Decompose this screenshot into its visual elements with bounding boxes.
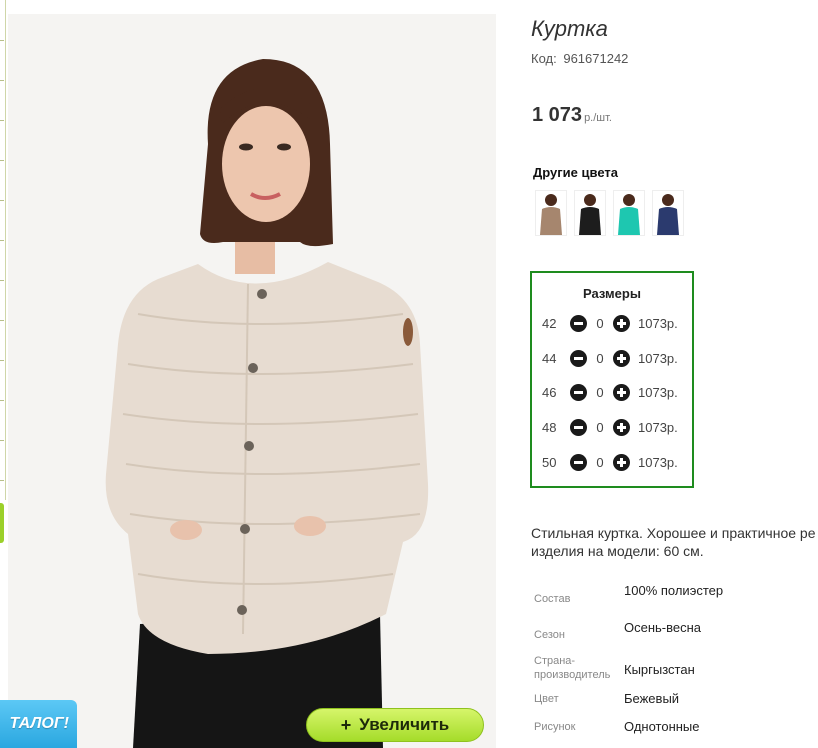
size-row: 44 0 1073р. [542,348,678,368]
sizes-panel: Размеры 42 0 1073р. 44 0 1073р. 46 0 107… [530,271,694,488]
size-row: 42 0 1073р. [542,313,678,333]
side-tab[interactable] [0,503,4,543]
size-label: 50 [542,454,557,470]
size-quantity: 0 [596,315,604,331]
plus-icon[interactable] [613,349,630,367]
minus-icon[interactable] [570,349,587,367]
catalog-label: ТАЛОГ! [9,715,70,732]
size-row: 48 0 1073р. [542,417,678,437]
size-price: 1073р. [638,454,678,470]
code-value: 961671242 [563,51,629,66]
size-row: 50 0 1073р. [542,452,678,472]
plus-icon: + [340,714,352,735]
price-unit: р./шт. [584,112,612,124]
catalog-badge[interactable]: ТАЛОГ! [0,700,77,748]
product-photo[interactable] [8,14,496,748]
minus-icon[interactable] [570,314,587,332]
color-swatches [535,190,684,236]
prop-value-country: Кыргызстан [624,662,695,677]
code-label: Код: [531,51,557,66]
size-price: 1073р. [638,315,678,331]
size-quantity: 0 [596,350,604,366]
minus-icon[interactable] [570,418,587,436]
size-label: 46 [542,384,557,400]
prop-label-pattern: Рисунок [534,721,576,733]
plus-icon[interactable] [613,314,630,332]
prop-value-color: Бежевый [624,691,680,706]
size-label: 48 [542,419,557,435]
description-line: изделия на модели: 60 см. [531,543,704,559]
plus-icon[interactable] [613,418,630,436]
product-price: 1 073 р./шт. [532,104,612,127]
size-row: 46 0 1073р. [542,382,678,402]
product-description: Стильная куртка. Хорошее и практичное ре… [531,524,815,560]
prop-value-season: Осень-весна [624,620,702,635]
minus-icon[interactable] [570,383,587,401]
size-quantity: 0 [596,454,604,470]
size-quantity: 0 [596,419,604,435]
color-swatch-navy[interactable] [652,190,684,236]
prop-label-color: Цвет [534,693,559,705]
product-code: Код: 961671242 [531,51,628,66]
size-price: 1073р. [638,419,678,435]
price-value: 1 073 [532,104,583,126]
color-swatch-black[interactable] [574,190,606,236]
other-colors-title: Другие цвета [533,165,618,180]
zoom-button[interactable]: + Увеличить [306,708,484,742]
color-swatch-turquoise[interactable] [613,190,645,236]
prop-label-composition: Состав [534,593,571,605]
size-quantity: 0 [596,384,604,400]
size-price: 1073р. [638,350,678,366]
size-label: 44 [542,350,557,366]
prop-value-composition: 100% полиэстер [624,583,724,598]
minus-icon[interactable] [570,453,587,471]
size-label: 42 [542,315,557,331]
prop-value-pattern: Однотонные [624,719,700,734]
color-swatch-beige-brown[interactable] [535,190,567,236]
plus-icon[interactable] [613,383,630,401]
size-price: 1073р. [638,384,678,400]
left-strip [0,0,6,500]
prop-label-country: Страна-производитель [534,655,611,681]
plus-icon[interactable] [613,453,630,471]
product-title: Куртка [531,16,608,41]
description-line: Стильная куртка. Хорошее и практичное ре [531,525,816,541]
prop-label-season: Сезон [534,629,565,641]
zoom-label: Увеличить [359,715,450,734]
sizes-title: Размеры [583,286,641,301]
